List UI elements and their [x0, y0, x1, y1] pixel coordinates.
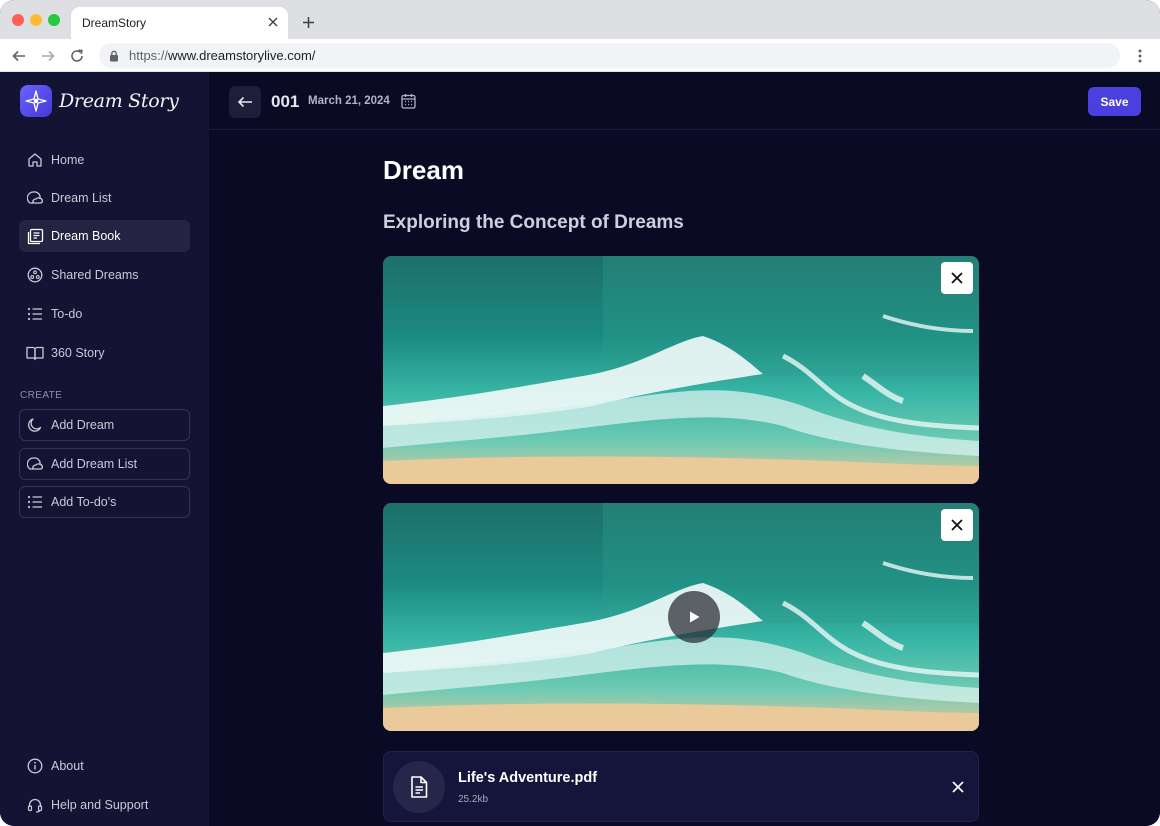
close-window-button[interactable] [12, 14, 24, 26]
open-book-icon [26, 344, 44, 362]
media-image-card[interactable] [383, 256, 979, 484]
url-text: https://www.dreamstorylive.com/ [129, 48, 315, 63]
save-button[interactable]: Save [1088, 87, 1141, 116]
app-logo[interactable]: Dream Story [20, 85, 179, 117]
close-icon [951, 272, 963, 284]
media-video-card[interactable] [383, 503, 979, 731]
moon-cloud-icon [26, 189, 44, 207]
entry-number: 001 [271, 92, 300, 111]
share-circle-icon [26, 266, 44, 284]
remove-image-button[interactable] [941, 262, 973, 294]
moon-cloud-icon [26, 455, 44, 473]
close-icon [951, 519, 963, 531]
url-scheme: https:// [129, 48, 169, 63]
home-icon [26, 151, 44, 169]
remove-video-button[interactable] [941, 509, 973, 541]
list-icon [26, 305, 44, 323]
headset-icon [26, 796, 44, 814]
arrow-left-icon [237, 96, 252, 108]
logo-text: Dream Story [59, 90, 179, 112]
file-size: 25.2kb [458, 794, 489, 805]
document-icon [393, 761, 445, 813]
forward-arrow-icon[interactable] [38, 46, 58, 66]
ocean-aerial-image [383, 256, 979, 484]
sidebar-item-to-do[interactable]: To-do [19, 298, 190, 330]
back-arrow-icon[interactable] [9, 46, 29, 66]
sidebar-item-dream-book[interactable]: Dream Book [19, 220, 190, 252]
play-icon [690, 611, 700, 623]
page-subtitle: Exploring the Concept of Dreams [383, 212, 684, 233]
file-name: Life's Adventure.pdf [458, 770, 598, 786]
add-todos-button[interactable]: Add To-do's [19, 486, 190, 518]
page-title: Dream [383, 155, 464, 185]
sidebar-item-label: About [51, 759, 84, 773]
tab-close-icon[interactable] [265, 14, 281, 30]
sidebar-item-home[interactable]: Home [19, 144, 190, 176]
browser-menu-icon[interactable] [1132, 46, 1148, 66]
address-bar[interactable]: https://www.dreamstorylive.com/ [99, 43, 1120, 68]
entry-header: 001 March 21, 2024 Save [209, 72, 1160, 130]
calendar-icon[interactable] [399, 92, 417, 110]
info-icon [26, 757, 44, 775]
main-content: 001 March 21, 2024 Save Dream Exploring … [209, 72, 1160, 826]
sidebar-item-label: Shared Dreams [51, 268, 139, 282]
add-dream-button[interactable]: Add Dream [19, 409, 190, 441]
sidebar-item-label: Dream List [51, 191, 112, 205]
create-section-label: CREATE [20, 390, 63, 401]
sidebar-item-label: Help and Support [51, 798, 149, 812]
add-dream-label: Add Dream [51, 418, 115, 432]
entry-date: March 21, 2024 [308, 95, 390, 107]
sidebar-item-help-support[interactable]: Help and Support [19, 789, 190, 821]
reload-icon[interactable] [67, 46, 87, 66]
sparkle-logo-icon [20, 85, 52, 117]
close-icon [952, 781, 964, 793]
list-icon [26, 493, 44, 511]
play-button[interactable] [668, 591, 720, 643]
lock-icon [109, 49, 119, 67]
add-todos-label: Add To-do's [51, 495, 117, 509]
sidebar-item-shared-dreams[interactable]: Shared Dreams [19, 259, 190, 291]
tab-title: DreamStory [82, 16, 147, 30]
sidebar: Dream Story Home Dream List Dream Book S… [0, 72, 209, 826]
browser-window: DreamStory https://www.dreamstorylive.co… [0, 0, 1160, 826]
maximize-window-button[interactable] [48, 14, 60, 26]
back-button[interactable] [229, 86, 261, 118]
browser-tab-strip: DreamStory [0, 0, 1160, 39]
sidebar-item-label: 360 Story [51, 346, 105, 360]
browser-toolbar: https://www.dreamstorylive.com/ [0, 39, 1160, 72]
add-dream-list-button[interactable]: Add Dream List [19, 448, 190, 480]
sidebar-item-360-story[interactable]: 360 Story [19, 337, 190, 369]
new-tab-icon[interactable] [299, 13, 317, 31]
remove-file-button[interactable] [948, 777, 968, 797]
sidebar-item-label: Home [51, 153, 85, 167]
minimize-window-button[interactable] [30, 14, 42, 26]
sidebar-item-about[interactable]: About [19, 750, 190, 782]
file-attachment[interactable]: Life's Adventure.pdf 25.2kb [383, 751, 979, 822]
browser-tab[interactable]: DreamStory [71, 7, 288, 39]
sidebar-item-label: Dream Book [51, 229, 121, 243]
moon-icon [26, 416, 44, 434]
add-dream-list-label: Add Dream List [51, 457, 138, 471]
book-icon [26, 227, 44, 245]
sidebar-item-dream-list[interactable]: Dream List [19, 182, 190, 214]
url-host: www.dreamstorylive.com/ [168, 48, 316, 63]
sidebar-item-label: To-do [51, 307, 83, 321]
